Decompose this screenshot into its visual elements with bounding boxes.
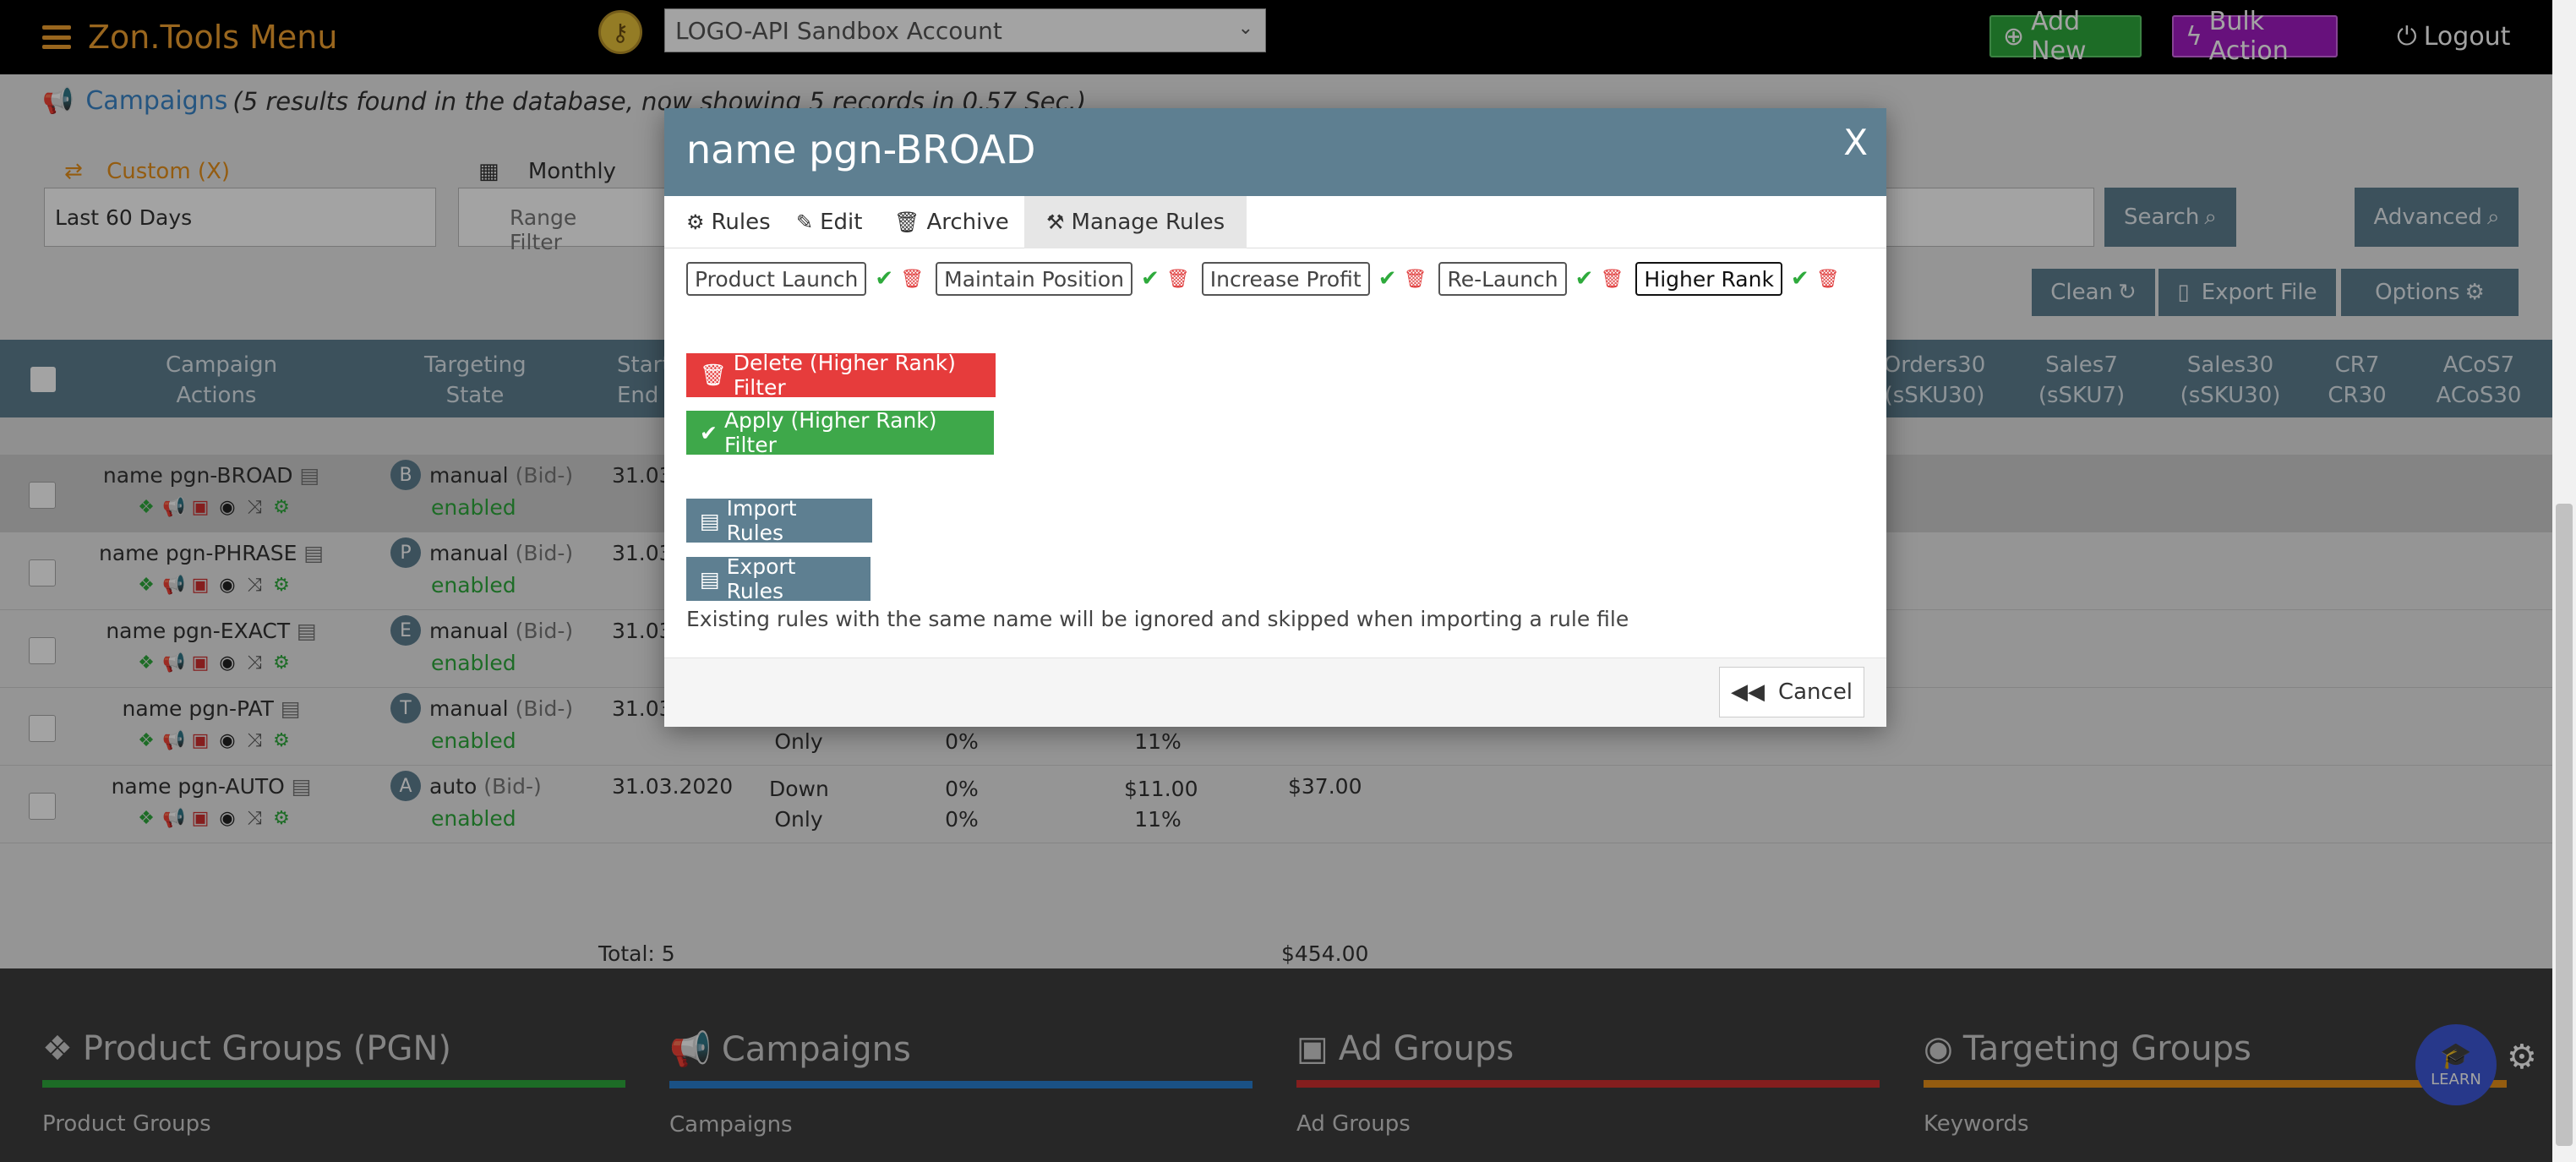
close-button[interactable]: X (1843, 122, 1868, 163)
cancel-label: Cancel (1777, 679, 1853, 705)
rules-list: Product Launch ✔ 🗑 Maintain Position ✔ 🗑 Incre… (686, 260, 1852, 297)
cogs-icon: ⚙ (686, 210, 705, 234)
trash-icon[interactable]: 🗑 (1404, 269, 1427, 290)
modal-title: name pgn-BROAD (686, 127, 1036, 172)
check-icon[interactable]: ✔ (1575, 266, 1594, 292)
check-icon[interactable]: ✔ (875, 266, 893, 292)
tab-edit[interactable]: ✎ Edit (774, 196, 884, 248)
apply-filter-label: Apply (Higher Rank) Filter (723, 408, 937, 457)
modal-footer: ◀◀ Cancel (664, 657, 1886, 727)
import-rules-label: Import Rules (726, 496, 797, 545)
tab-manage-rules[interactable]: ⚒ Manage Rules (1024, 196, 1247, 248)
tab-archive[interactable]: 🗑 Archive (872, 196, 1031, 248)
trash-icon[interactable]: 🗑 (1166, 269, 1190, 290)
trash-icon: 🗑 (700, 363, 727, 387)
trash-icon[interactable]: 🗑 (900, 269, 924, 290)
trash-icon[interactable]: 🗑 (1600, 269, 1624, 290)
rule-chip[interactable]: Higher Rank (1635, 262, 1782, 296)
rule-chip[interactable]: Maintain Position (936, 262, 1133, 296)
scrollbar-thumb[interactable] (2556, 504, 2573, 1146)
modal-header: name pgn-BROAD X (664, 108, 1886, 196)
rule-chip[interactable]: Product Launch (686, 262, 867, 296)
cancel-button[interactable]: ◀◀ Cancel (1719, 667, 1864, 717)
rule-chip[interactable]: Re-Launch (1438, 262, 1567, 296)
import-note: Existing rules with the same name will b… (686, 607, 1629, 631)
gavel-icon: ⚒ (1046, 210, 1065, 234)
backward-icon: ◀◀ (1730, 679, 1765, 705)
export-rules-label: Export Rules (726, 554, 796, 603)
file-icon: ▤ (700, 508, 720, 533)
tab-label: Rules (711, 210, 771, 235)
modal-tabs: ⚙ Rules ✎ Edit 🗑 Archive ⚒ Manage Rules (664, 196, 1886, 248)
tab-label: Archive (926, 210, 1009, 235)
tab-label: Manage Rules (1071, 210, 1225, 235)
pencil-icon: ✎ (796, 210, 814, 234)
check-icon[interactable]: ✔ (1378, 266, 1397, 292)
trash-icon: 🗑 (894, 210, 920, 234)
tab-rules[interactable]: ⚙ Rules (664, 196, 793, 248)
rule-chip[interactable]: Increase Profit (1201, 262, 1370, 296)
campaign-modal: name pgn-BROAD X ⚙ Rules ✎ Edit 🗑 Archiv… (664, 108, 1886, 727)
file-icon: ▤ (700, 566, 720, 592)
check-icon: ✔ (700, 420, 718, 445)
export-rules-button[interactable]: ▤ Export Rules (686, 554, 870, 603)
check-icon[interactable]: ✔ (1791, 266, 1809, 292)
delete-filter-label: Delete (Higher Rank) Filter (733, 351, 956, 400)
trash-icon[interactable]: 🗑 (1816, 269, 1840, 290)
import-rules-button[interactable]: ▤ Import Rules (686, 496, 872, 545)
apply-filter-button[interactable]: ✔ Apply (Higher Rank) Filter (686, 408, 994, 457)
tab-label: Edit (820, 210, 863, 235)
delete-filter-button[interactable]: 🗑 Delete (Higher Rank) Filter (686, 351, 996, 400)
check-icon[interactable]: ✔ (1141, 266, 1160, 292)
